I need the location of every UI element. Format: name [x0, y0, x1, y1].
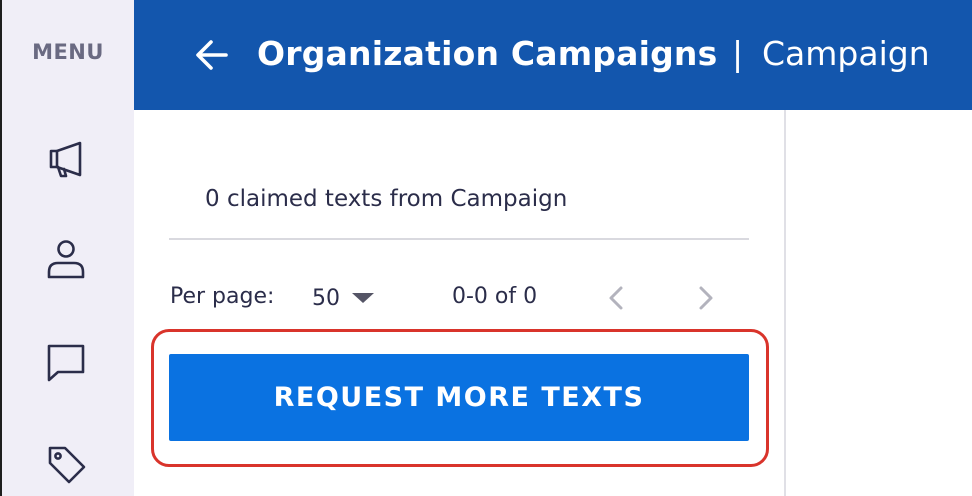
- per-page-select[interactable]: 50: [312, 282, 388, 314]
- claimed-texts-summary: 0 claimed texts from Campaign: [205, 186, 568, 212]
- megaphone-icon[interactable]: [44, 137, 88, 181]
- pagination-range: 0-0 of 0: [452, 284, 538, 309]
- title-separator: |: [732, 34, 744, 73]
- page-title: Organization Campaigns: [257, 34, 718, 73]
- sidebar: MENU: [2, 0, 134, 496]
- next-page-button[interactable]: [687, 280, 723, 316]
- tag-icon[interactable]: [44, 442, 88, 486]
- chevron-right-icon: [699, 286, 713, 310]
- person-icon[interactable]: [44, 237, 88, 281]
- caret-down-icon: [352, 293, 374, 303]
- chevron-left-icon: [609, 286, 623, 310]
- arrow-left-icon[interactable]: [192, 35, 232, 75]
- assignment-panel: 0 claimed texts from Campaign Per page: …: [134, 110, 786, 496]
- per-page-label: Per page:: [170, 284, 275, 309]
- divider: [169, 238, 749, 240]
- content-area: [786, 110, 972, 496]
- app-header: Organization Campaigns | Campaign: [134, 0, 972, 110]
- request-more-texts-button[interactable]: REQUEST MORE TEXTS: [169, 354, 749, 441]
- prev-page-button[interactable]: [599, 280, 635, 316]
- per-page-value: 50: [312, 285, 340, 311]
- page-subtitle: Campaign: [762, 34, 930, 73]
- chat-icon[interactable]: [44, 340, 88, 384]
- menu-label[interactable]: MENU: [2, 40, 134, 64]
